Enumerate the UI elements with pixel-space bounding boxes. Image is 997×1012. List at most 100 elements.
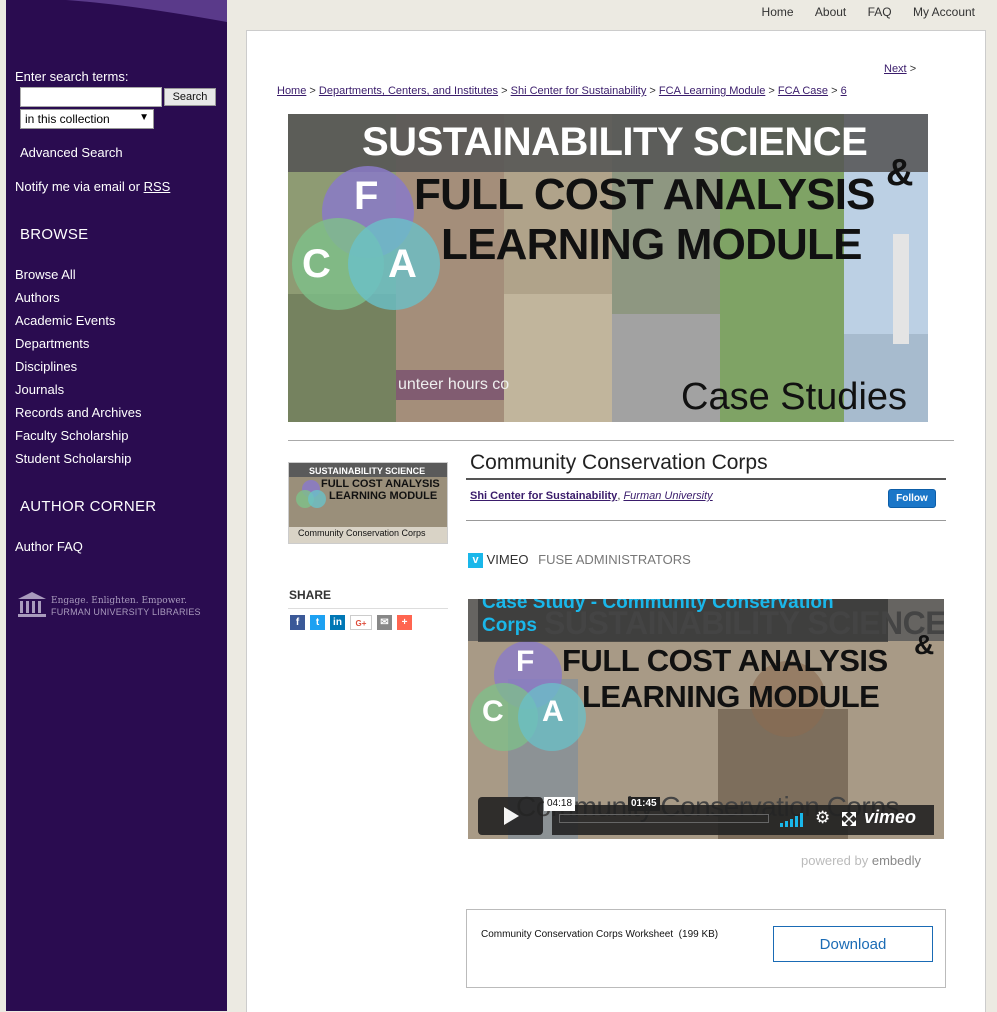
addthis-icon[interactable]: + [397,615,412,630]
vimeo-logo[interactable]: vimeo [864,807,916,828]
browse-heading: BROWSE [20,226,89,243]
embedly-logo: embedly [871,853,921,868]
video-player[interactable]: SUSTAINABILITY SCIENCE Case Study - Comm… [468,599,944,839]
search-label: Enter search terms: [15,69,129,84]
breadcrumb-fca-case[interactable]: FCA Case [778,85,828,97]
banner-letter-f: F [354,174,379,218]
pager: Next > [884,63,916,75]
institution-link[interactable]: Furman University [623,490,712,502]
browse-disciplines-link[interactable]: Disciplines [15,359,77,374]
download-panel: Community Conservation Corps Worksheet (… [466,909,946,988]
embedly-credit[interactable]: powered by embedly [801,853,921,868]
search-scope-value: in this collection [25,112,110,126]
email-icon[interactable]: ✉ [377,615,392,630]
search-button[interactable]: Search [164,88,216,106]
divider [466,520,946,521]
library-building-icon [18,592,46,617]
nav-about[interactable]: About [815,5,846,19]
breadcrumb-separator: > [309,85,316,97]
volume-icon[interactable] [780,813,804,827]
main-content: Next > Home > Departments, Centers, and … [246,30,986,1012]
advanced-search-link[interactable]: Advanced Search [20,145,123,160]
video-provider: VIMEO [486,552,529,567]
publication-info: Shi Center for Sustainability, Furman Un… [470,490,713,502]
video-frame-line3: LEARNING MODULE [582,679,880,714]
banner-title-line1: SUSTAINABILITY SCIENCE [362,120,868,164]
nav-faq[interactable]: FAQ [868,5,892,19]
nav-home[interactable]: Home [762,5,794,19]
thumbnail-line3: LEARNING MODULE [329,490,438,502]
publisher-link[interactable]: Shi Center for Sustainability [470,490,617,502]
search-input[interactable] [20,87,162,107]
settings-gear-icon[interactable]: ⚙ [815,808,830,828]
video-progress-track[interactable] [559,814,769,823]
powered-by-text: powered by [801,853,869,868]
banner-letter-a: A [388,242,417,286]
nav-my-account[interactable]: My Account [913,5,975,19]
file-name: Community Conservation Corps Worksheet [481,929,674,940]
browse-journals-link[interactable]: Journals [15,382,64,397]
vimeo-icon: v [468,553,483,569]
banner-letter-c: C [302,242,331,286]
chevron-down-icon: ▼ [139,112,149,123]
video-letter-f: F [516,645,535,678]
library-logo[interactable]: Engage. Enlighten. Empower. FURMAN UNIVE… [16,590,216,620]
video-title[interactable]: Case Study - Community Conservation Corp… [482,599,882,637]
video-frame-amp: & [914,629,935,660]
breadcrumb-separator: > [768,85,775,97]
search-scope-select[interactable]: in this collection ▼ [20,109,154,129]
breadcrumb-home[interactable]: Home [277,85,306,97]
browse-student-link[interactable]: Student Scholarship [15,451,131,466]
banner-subtitle: Case Studies [681,376,908,418]
breadcrumb: Home > Departments, Centers, and Institu… [277,85,847,97]
divider [288,440,954,441]
play-icon [504,807,519,825]
breadcrumb-fca-module[interactable]: FCA Learning Module [659,85,765,97]
collection-banner: SUSTAINABILITY SCIENCE & FULL COST ANALY… [288,114,928,422]
share-label: SHARE [289,588,332,602]
breadcrumb-departments[interactable]: Departments, Centers, and Institutes [319,85,498,97]
video-source: v VIMEO FUSE ADMINISTRATORS [468,552,691,569]
item-title: Community Conservation Corps [470,451,768,474]
divider [466,478,946,480]
twitter-icon[interactable]: t [310,615,325,630]
notify-text: Notify me via email or RSS [15,179,170,194]
divider [288,608,448,609]
item-thumbnail[interactable]: SUSTAINABILITY SCIENCE FULL COST ANALYSI… [288,462,448,544]
banner-title-line2: FULL COST ANALYSIS [414,170,875,219]
video-duration: 04:18 [544,797,576,811]
breadcrumb-current[interactable]: 6 [841,85,847,97]
browse-authors-link[interactable]: Authors [15,290,60,305]
breadcrumb-separator: > [649,85,656,97]
library-tagline: Engage. Enlighten. Empower. [51,596,187,606]
author-corner-heading: AUTHOR CORNER [20,498,157,515]
video-hover-time: 01:45 [628,797,660,811]
play-button[interactable] [478,797,543,835]
browse-departments-link[interactable]: Departments [15,336,89,351]
author-faq-link[interactable]: Author FAQ [15,539,83,554]
sidebar: Enter search terms: Search in this colle… [6,0,227,1011]
thumbnail-caption: Community Conservation Corps [298,528,426,538]
fullscreen-icon[interactable] [842,812,856,826]
browse-academic-events-link[interactable]: Academic Events [15,313,115,328]
download-button[interactable]: Download [773,926,933,962]
banner-title-line3: LEARNING MODULE [441,220,862,269]
follow-button[interactable]: Follow [888,489,936,508]
video-letter-a: A [542,695,564,728]
linkedin-icon[interactable]: in [330,615,345,630]
next-link[interactable]: Next [884,63,907,75]
browse-faculty-link[interactable]: Faculty Scholarship [15,428,128,443]
google-plus-icon[interactable]: G+ [350,615,372,630]
thumbnail-line1: SUSTAINABILITY SCIENCE [309,466,426,476]
sidebar-swoosh [6,0,227,22]
facebook-icon[interactable]: f [290,615,305,630]
banner-ampersand: & [886,152,914,194]
notify-label: Notify me via email or [15,179,144,194]
browse-records-link[interactable]: Records and Archives [15,405,141,420]
breadcrumb-separator: > [831,85,838,97]
browse-all-link[interactable]: Browse All [15,267,76,282]
rss-link[interactable]: RSS [144,179,171,194]
file-info: Community Conservation Corps Worksheet (… [481,929,718,940]
breadcrumb-shi-center[interactable]: Shi Center for Sustainability [511,85,647,97]
video-uploader: FUSE ADMINISTRATORS [538,552,691,567]
